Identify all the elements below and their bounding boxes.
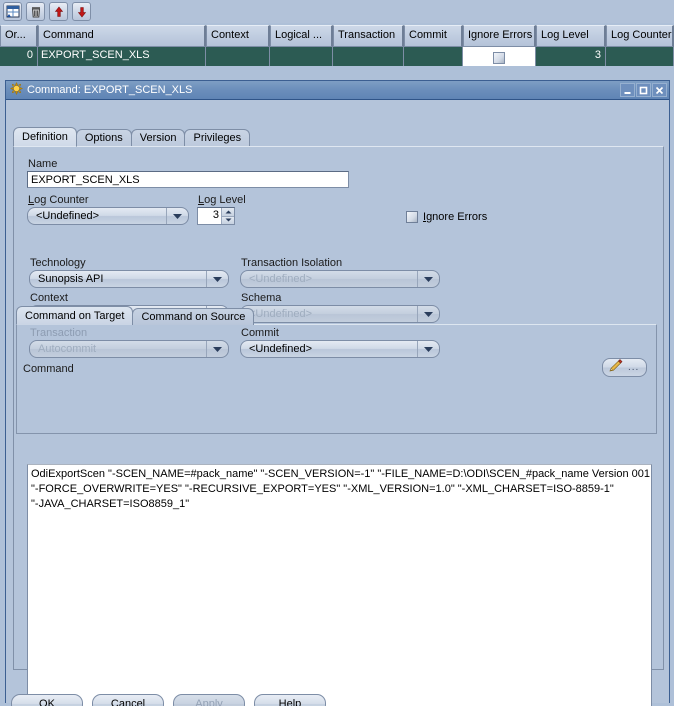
tab-command-on-source[interactable]: Command on Source: [132, 308, 255, 325]
transaction-value: Autocommit: [38, 343, 97, 355]
cell-transaction[interactable]: [333, 47, 404, 66]
cell-logical[interactable]: [270, 47, 333, 66]
technology-label: Technology: [30, 257, 86, 269]
dialog-tabs: Definition Options Version Privileges: [13, 127, 251, 147]
edit-button-ellipsis: ...: [628, 362, 640, 373]
transaction-isolation-dropdown: <Undefined>: [240, 270, 440, 288]
column-header-commit[interactable]: Commit: [404, 25, 463, 47]
column-header-logical[interactable]: Logical ...: [270, 25, 333, 47]
dialog-button-bar: OK Cancel Apply Help: [11, 694, 335, 706]
cell-commit[interactable]: [404, 47, 463, 66]
grid-header-row: Or... Command Context Logical ... Transa…: [0, 25, 674, 47]
ignore-errors-checkbox[interactable]: Ignore Errors: [406, 211, 487, 223]
cell-ignore-errors[interactable]: [463, 47, 536, 66]
chevron-down-icon: [417, 271, 438, 287]
cancel-button[interactable]: Cancel: [92, 694, 164, 706]
schema-label: Schema: [241, 292, 282, 304]
spinner-buttons: [221, 208, 234, 224]
spinner-down-icon[interactable]: [222, 216, 234, 224]
command-line: "-JAVA_CHARSET=ISO8859_1": [31, 498, 190, 510]
ignore-errors-label: Ignore Errors: [423, 211, 488, 223]
command-line: "-FORCE_OVERWRITE=YES" "-RECURSIVE_EXPOR…: [31, 483, 614, 495]
sun-gear-icon: [9, 81, 24, 98]
column-header-context[interactable]: Context: [206, 25, 270, 47]
cell-log-level[interactable]: 3: [536, 47, 606, 66]
ok-button[interactable]: OK: [11, 694, 83, 706]
transaction-dropdown: Autocommit: [29, 340, 229, 358]
transaction-label: Transaction: [30, 327, 88, 339]
log-counter-value: <Undefined>: [36, 210, 99, 222]
command-subtabs: Command on Target Command on Source: [16, 306, 255, 325]
tab-options[interactable]: Options: [75, 129, 132, 147]
column-header-log-level[interactable]: Log Level: [536, 25, 606, 47]
cell-order[interactable]: 0: [0, 47, 38, 66]
command-textarea[interactable]: OdiExportScen "-SCEN_NAME=#pack_name" "-…: [27, 464, 652, 706]
commit-label: Commit: [241, 327, 279, 339]
spinner-up-icon[interactable]: [222, 208, 234, 217]
close-icon[interactable]: [652, 83, 667, 97]
column-header-order[interactable]: Or...: [0, 25, 38, 47]
technology-value: Sunopsis API: [38, 273, 104, 285]
dialog-title: Command: EXPORT_SCEN_XLS: [27, 84, 193, 96]
commit-dropdown[interactable]: <Undefined>: [240, 340, 440, 358]
transaction-isolation-value: <Undefined>: [249, 273, 312, 285]
cell-command[interactable]: EXPORT_SCEN_XLS: [38, 47, 206, 66]
checkbox-unchecked-icon[interactable]: [493, 51, 505, 64]
help-button[interactable]: Help: [254, 694, 326, 706]
minimize-icon[interactable]: [620, 83, 635, 97]
name-input[interactable]: EXPORT_SCEN_XLS: [27, 171, 349, 188]
checkbox-unchecked-icon[interactable]: [406, 211, 418, 223]
column-header-command[interactable]: Command: [38, 25, 206, 47]
apply-button: Apply: [173, 694, 245, 706]
command-line: OdiExportScen "-SCEN_NAME=#pack_name" "-…: [31, 468, 652, 480]
cell-context[interactable]: [206, 47, 270, 66]
chevron-down-icon[interactable]: [166, 208, 187, 224]
schema-dropdown: <Undefined>: [240, 305, 440, 323]
transaction-isolation-label: Transaction Isolation: [241, 257, 343, 269]
application-window: Or... Command Context Logical ... Transa…: [0, 0, 674, 706]
tab-privileges[interactable]: Privileges: [184, 129, 251, 147]
move-up-icon[interactable]: [49, 2, 68, 21]
log-counter-dropdown[interactable]: <Undefined>: [27, 207, 189, 225]
name-label: Name: [28, 158, 58, 170]
maximize-icon[interactable]: [636, 83, 651, 97]
table-row[interactable]: 0 EXPORT_SCEN_XLS 3: [0, 47, 674, 66]
toolbar: [0, 0, 674, 23]
chevron-down-icon[interactable]: [206, 271, 227, 287]
move-down-icon[interactable]: [72, 2, 91, 21]
insert-row-icon[interactable]: [3, 2, 22, 21]
chevron-down-icon: [206, 341, 227, 357]
context-label: Context: [30, 292, 68, 304]
chevron-down-icon: [417, 306, 438, 322]
tab-definition[interactable]: Definition: [13, 127, 77, 147]
edit-command-button[interactable]: ...: [602, 358, 647, 377]
tab-command-on-target[interactable]: Command on Target: [16, 306, 134, 325]
command-dialog: Command: EXPORT_SCEN_XLS Definition Opti…: [5, 80, 670, 706]
dialog-titlebar[interactable]: Command: EXPORT_SCEN_XLS: [6, 81, 669, 100]
log-counter-label: Log Counter: [28, 194, 89, 206]
dialog-body: Definition Options Version Privileges Na…: [6, 100, 669, 706]
cell-log-counter[interactable]: [606, 47, 674, 66]
pencil-icon: [608, 359, 624, 376]
chevron-down-icon[interactable]: [417, 341, 438, 357]
column-header-log-counter[interactable]: Log Counter: [606, 25, 674, 47]
log-level-spinner[interactable]: 3: [197, 207, 235, 225]
log-level-value[interactable]: 3: [198, 208, 221, 224]
commit-value: <Undefined>: [249, 343, 312, 355]
technology-dropdown[interactable]: Sunopsis API: [29, 270, 229, 288]
schema-value: <Undefined>: [249, 308, 312, 320]
column-header-ignore-errors[interactable]: Ignore Errors: [463, 25, 536, 47]
delete-row-icon[interactable]: [26, 2, 45, 21]
log-level-label: Log Level: [198, 194, 246, 206]
command-label: Command: [23, 363, 74, 375]
tab-version[interactable]: Version: [130, 129, 186, 147]
column-header-transaction[interactable]: Transaction: [333, 25, 404, 47]
command-grid: Or... Command Context Logical ... Transa…: [0, 25, 674, 67]
